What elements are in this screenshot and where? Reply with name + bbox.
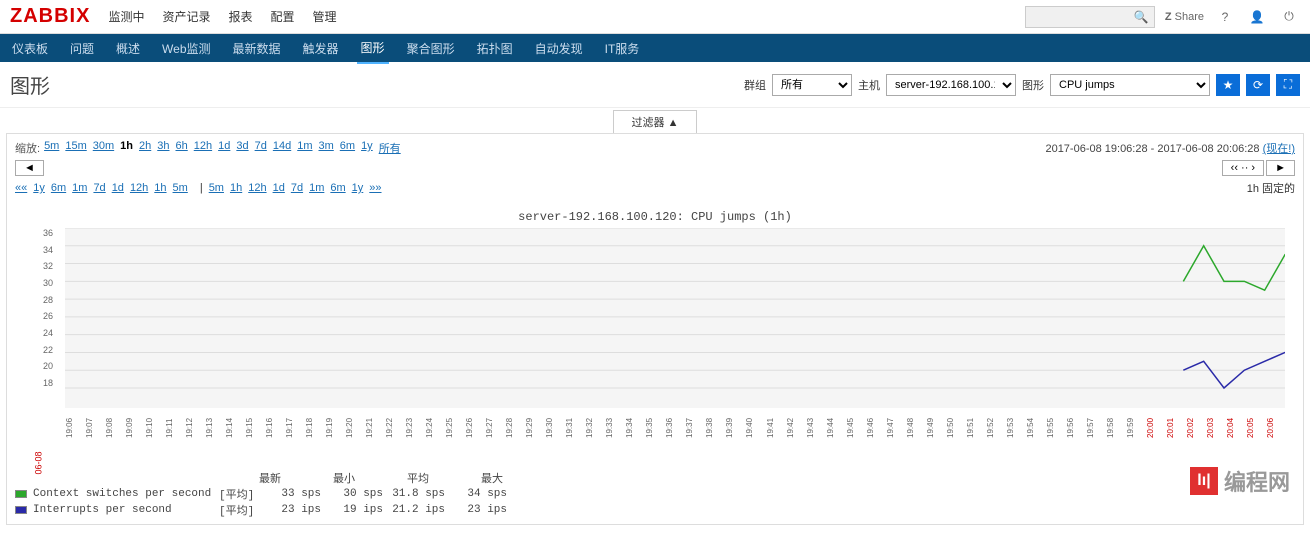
legend-row: Interrupts per second[平均]23 ips19 ips21.… bbox=[15, 502, 1295, 518]
watermark: lı|编程网 bbox=[1190, 465, 1290, 497]
topnav-item[interactable]: 报表 bbox=[228, 8, 252, 25]
zoom-link[interactable]: 1d bbox=[218, 140, 230, 156]
y-axis: 36343230282624222018 bbox=[43, 228, 53, 388]
shift-link[interactable]: 1y bbox=[352, 182, 364, 194]
subnav: 仪表板问题概述 Web监测最新数据触发器图形聚合图形拓扑图自动发现 IT服务 bbox=[0, 34, 1310, 62]
subnav-item[interactable]: 触发器 bbox=[299, 34, 343, 63]
chart-area: 36343230282624222018 06-08 19:0619:0719:… bbox=[65, 228, 1285, 440]
chart-title: server-192.168.100.120: CPU jumps (1h) bbox=[15, 210, 1295, 224]
subnav-item[interactable]: 概述 bbox=[112, 34, 144, 63]
nav-prev-button[interactable]: ◄ bbox=[15, 160, 44, 176]
topnav-item[interactable]: 监测中 bbox=[108, 8, 144, 25]
subnav-item[interactable]: 自动发现 bbox=[531, 34, 587, 63]
topnav-item[interactable]: 配置 bbox=[271, 8, 295, 25]
shift-link[interactable]: 1y bbox=[33, 182, 45, 194]
chart-svg bbox=[65, 228, 1285, 408]
nav-next-button[interactable]: ► bbox=[1266, 160, 1295, 176]
shift-link[interactable]: 1m bbox=[309, 182, 324, 194]
host-label: 主机 bbox=[858, 77, 880, 93]
shift-link[interactable]: 7d bbox=[291, 182, 303, 194]
shift-link[interactable]: 5m bbox=[173, 182, 188, 194]
legend-row: Context switches per second[平均]33 sps30 … bbox=[15, 486, 1295, 502]
group-select[interactable]: 所有 bbox=[772, 74, 852, 96]
shift-link[interactable]: 1d bbox=[112, 182, 124, 194]
legend: 最新最小平均最大 Context switches per second[平均]… bbox=[15, 470, 1295, 518]
shift-link[interactable]: 6m bbox=[330, 182, 345, 194]
time-range: 2017-06-08 19:06:28 - 2017-06-08 20:06:2… bbox=[1045, 140, 1295, 156]
x-date-start: 06-08 bbox=[34, 451, 44, 474]
zoom-link[interactable]: 5m bbox=[44, 140, 59, 156]
zoom-link[interactable]: 所有 bbox=[379, 140, 401, 156]
shift-link[interactable]: 12h bbox=[248, 182, 266, 194]
zoom-link[interactable]: 3d bbox=[236, 140, 248, 156]
fixed-label: 1h 固定的 bbox=[1247, 180, 1295, 196]
fullscreen-button[interactable]: ⛶ bbox=[1276, 74, 1300, 96]
subnav-item[interactable]: 拓扑图 bbox=[473, 34, 517, 63]
refresh-button[interactable]: ⟳ bbox=[1246, 74, 1270, 96]
subnav-item[interactable]: Web监测 bbox=[158, 34, 214, 63]
subnav-item[interactable]: 最新数据 bbox=[229, 34, 285, 63]
zoom-links: 5m 15m 30m 1h 2h 3h 6h 12h 1d 3d 7d 14d 1m 3m 6m 1y 所有 bbox=[44, 140, 401, 156]
shift-left-links: «« 1y 6m 1m 7d 1d 12h 1h 5m bbox=[15, 182, 194, 194]
logout-icon[interactable]: ⏻ bbox=[1278, 6, 1300, 28]
zoom-link[interactable]: 7d bbox=[255, 140, 267, 156]
topnav-item[interactable]: 资产记录 bbox=[162, 8, 210, 25]
zoom-link[interactable]: 15m bbox=[65, 140, 86, 156]
shift-link[interactable]: 7d bbox=[93, 182, 105, 194]
subnav-item[interactable]: 图形 bbox=[357, 33, 389, 64]
graph-panel: 缩放: 5m 15m 30m 1h 2h 3h 6h 12h 1d 3d 7d 14d 1m 3m 6m 1y… bbox=[6, 133, 1304, 525]
zoom-link[interactable]: 30m bbox=[93, 140, 114, 156]
filter-toggle[interactable]: 过滤器 ▲ bbox=[613, 110, 698, 133]
zoom-link[interactable]: 14d bbox=[273, 140, 291, 156]
subnav-item[interactable]: 仪表板 bbox=[8, 34, 52, 63]
zoom-link[interactable]: 1m bbox=[297, 140, 312, 156]
user-icon[interactable]: 👤 bbox=[1246, 6, 1268, 28]
favorite-button[interactable]: ★ bbox=[1216, 74, 1240, 96]
shift-link[interactable]: »» bbox=[369, 182, 381, 194]
help-icon[interactable]: ? bbox=[1214, 6, 1236, 28]
page-title: 图形 bbox=[10, 70, 744, 99]
zoom-link[interactable]: 1y bbox=[361, 140, 373, 156]
zoom-link[interactable]: 3h bbox=[157, 140, 169, 156]
group-label: 群组 bbox=[744, 77, 766, 93]
graph-select[interactable]: CPU jumps bbox=[1050, 74, 1210, 96]
shift-link[interactable]: 5m bbox=[209, 182, 224, 194]
subnav-item[interactable]: 聚合图形 bbox=[403, 34, 459, 63]
shift-link[interactable]: «« bbox=[15, 182, 27, 194]
topnav-item[interactable]: 管理 bbox=[313, 8, 337, 25]
logo: ZABBIX bbox=[10, 5, 90, 28]
shift-link[interactable]: 1h bbox=[230, 182, 242, 194]
shift-right-links: 5m 1h 12h 1d 7d 1m 6m 1y »» bbox=[209, 182, 388, 194]
zoom-link[interactable]: 1h bbox=[120, 140, 133, 156]
host-select[interactable]: server-192.168.100.120 bbox=[886, 74, 1016, 96]
now-link[interactable]: (现在!) bbox=[1263, 143, 1295, 155]
x-axis: 19:0619:0719:0819:0919:1019:1119:1219:13… bbox=[65, 410, 1285, 440]
search-icon: 🔍 bbox=[1134, 10, 1149, 24]
topnav: 监测中 资产记录 报表 配置 管理 bbox=[108, 8, 1024, 25]
zoom-link[interactable]: 12h bbox=[194, 140, 212, 156]
subnav-item[interactable]: 问题 bbox=[66, 34, 98, 63]
shift-link[interactable]: 12h bbox=[130, 182, 148, 194]
shift-link[interactable]: 6m bbox=[51, 182, 66, 194]
shift-link[interactable]: 1m bbox=[72, 182, 87, 194]
zoom-link[interactable]: 3m bbox=[319, 140, 334, 156]
zoom-link[interactable]: 6m bbox=[340, 140, 355, 156]
nav-dots-button[interactable]: ‹‹ ·· › bbox=[1222, 160, 1264, 176]
search-input[interactable]: 🔍 bbox=[1025, 6, 1155, 28]
subnav-item[interactable]: IT服务 bbox=[601, 34, 644, 63]
shift-link[interactable]: 1d bbox=[273, 182, 285, 194]
share-button[interactable]: Z Share bbox=[1165, 11, 1204, 23]
zoom-link[interactable]: 6h bbox=[176, 140, 188, 156]
zoom-label: 缩放: bbox=[15, 140, 40, 156]
shift-link[interactable]: 1h bbox=[154, 182, 166, 194]
filter-bar: 群组 所有 主机 server-192.168.100.120 图形 CPU j… bbox=[744, 74, 1300, 96]
zoom-link[interactable]: 2h bbox=[139, 140, 151, 156]
page-header: 图形 群组 所有 主机 server-192.168.100.120 图形 CP… bbox=[0, 62, 1310, 108]
topbar: ZABBIX 监测中 资产记录 报表 配置 管理 🔍 Z Share ? 👤 ⏻ bbox=[0, 0, 1310, 34]
graph-label: 图形 bbox=[1022, 77, 1044, 93]
